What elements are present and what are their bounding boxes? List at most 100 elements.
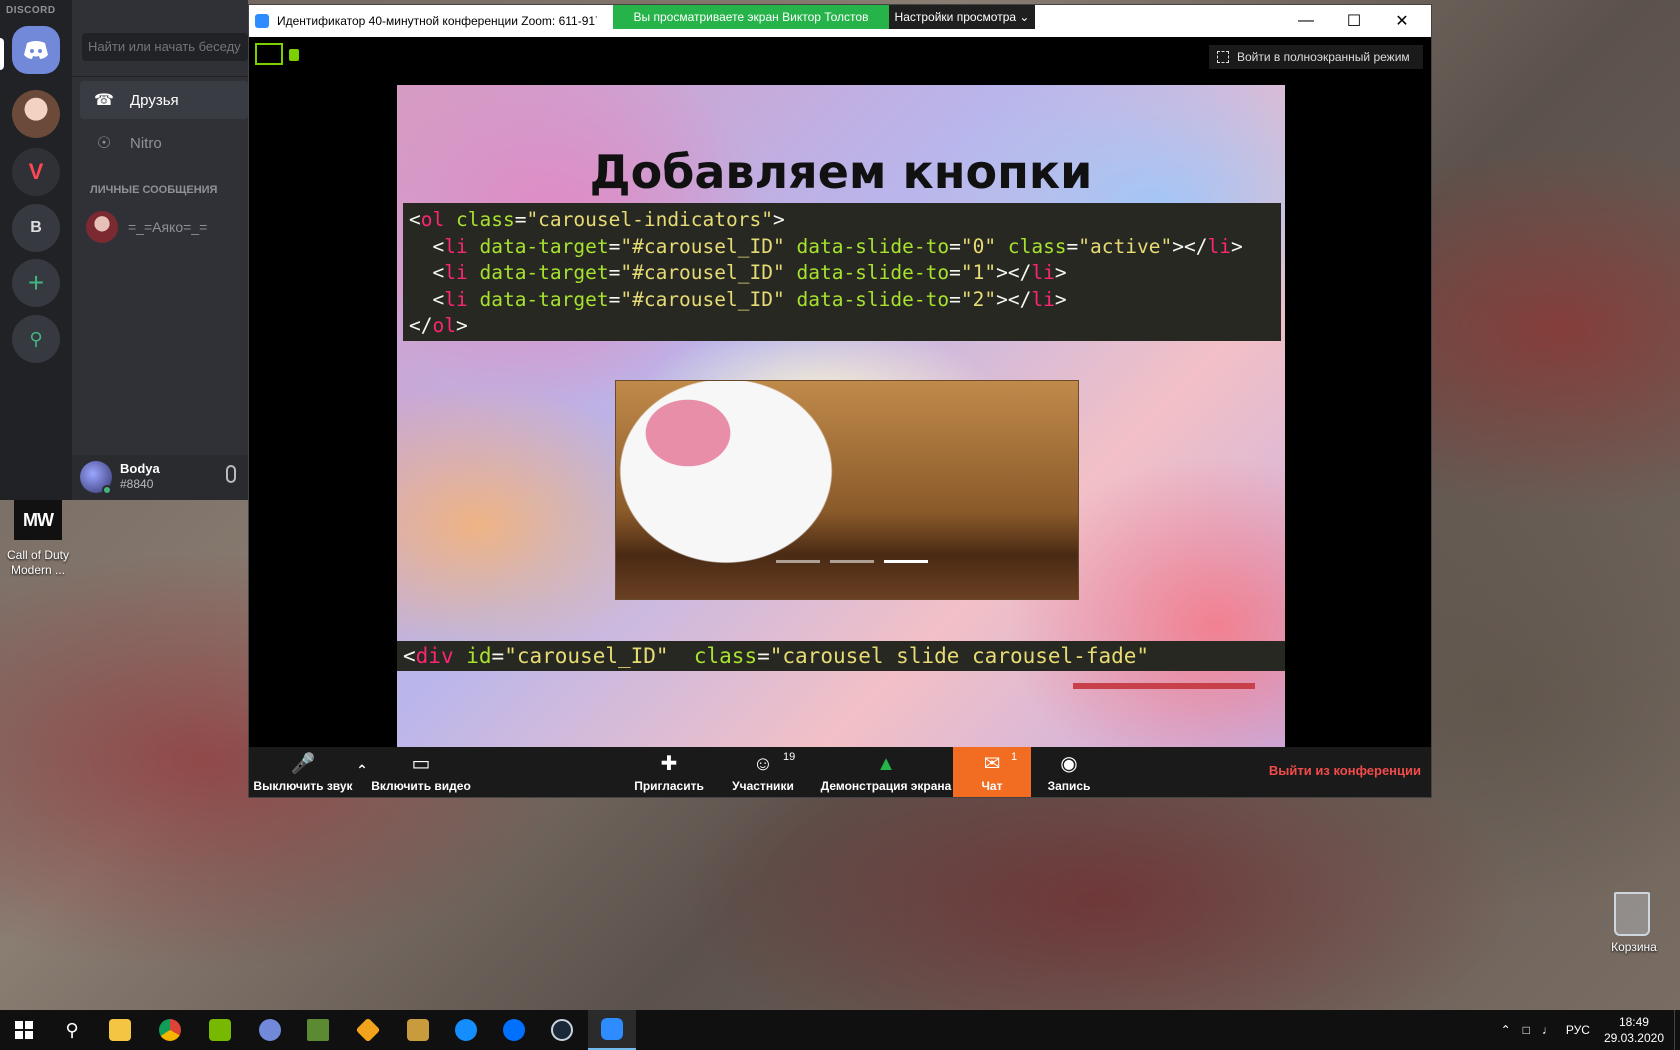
server-b[interactable]: B: [12, 204, 60, 252]
uplay-icon[interactable]: [490, 1010, 538, 1050]
fullscreen-button[interactable]: Войти в полноэкранный режим: [1209, 45, 1423, 69]
steam-icon[interactable]: [538, 1010, 586, 1050]
code-token: ></: [996, 287, 1032, 311]
show-desktop-button[interactable]: [1674, 1010, 1680, 1050]
record-label: Запись: [1047, 779, 1091, 793]
dm-item[interactable]: =_=Аяко=_=: [86, 211, 207, 243]
league-of-legends-icon[interactable]: [394, 1010, 442, 1050]
zoom-logo-icon: [255, 14, 269, 28]
share-screen-icon: ▲: [876, 753, 896, 775]
discord-home-button[interactable]: [12, 26, 60, 74]
code-token: ></: [996, 261, 1032, 284]
discord-search-input[interactable]: Найти или начать беседу: [82, 33, 248, 61]
add-server-icon[interactable]: +: [12, 259, 60, 307]
chevron-up-icon: ⌃: [356, 761, 368, 778]
explore-servers-icon[interactable]: ⚲: [12, 315, 60, 363]
discord-taskbar-icon[interactable]: [246, 1010, 294, 1050]
zoom-window-title: Идентификатор 40-минутной конференции Zo…: [277, 14, 597, 28]
code-token: li: [444, 287, 468, 311]
microphone-icon[interactable]: [226, 465, 236, 483]
code-token: class: [1007, 234, 1067, 258]
leave-meeting-button[interactable]: Выйти из конференции: [1269, 763, 1421, 778]
code-token: >: [1230, 234, 1243, 258]
carousel-indicator-active: [884, 560, 928, 563]
chat-button[interactable]: ✉ Чат: [953, 747, 1031, 797]
share-screen-button[interactable]: ▲ Демонстрация экрана: [821, 747, 952, 797]
zoom-toolbar: 🎤 Выключить звук ⌃ ▭ Включить видео ✚ Пр…: [249, 747, 1431, 797]
user-panel: Bodya #8840: [72, 455, 248, 500]
code-token: "active": [1078, 234, 1173, 258]
minimize-icon[interactable]: —: [1283, 5, 1329, 37]
mute-button[interactable]: 🎤 Выключить звук: [251, 747, 355, 797]
code-token: data-slide-to: [796, 261, 950, 284]
code-token: =: [949, 234, 961, 258]
volume-icon[interactable]: ♩: [1542, 1023, 1554, 1037]
launcher-icon[interactable]: [344, 1010, 392, 1050]
server-avatar[interactable]: [12, 90, 60, 138]
zoom-window: Идентификатор 40-минутной конференции Zo…: [248, 4, 1432, 798]
cod-desktop-icon[interactable]: MW: [14, 500, 62, 540]
code-token: "carousel_ID": [504, 644, 669, 668]
video-button[interactable]: ▭ Включить видео: [371, 747, 471, 797]
record-button[interactable]: ◉ Запись: [1041, 747, 1097, 797]
search-icon[interactable]: ⚲: [48, 1010, 96, 1050]
chevron-up-icon[interactable]: ⌃: [1501, 1023, 1511, 1037]
code-token: id: [466, 644, 492, 668]
valorant-server-icon[interactable]: V: [12, 148, 60, 196]
audio-options-chevron[interactable]: ⌃: [355, 747, 369, 797]
dm-avatar: [86, 211, 118, 243]
code-token: =: [608, 261, 621, 284]
code-token: li: [444, 261, 468, 284]
carousel-image: [615, 380, 1079, 600]
nitro-icon: ☉: [96, 135, 112, 152]
maximize-icon[interactable]: ☐: [1331, 5, 1377, 37]
view-options-button[interactable]: Настройки просмотра ⌄: [889, 5, 1035, 29]
code-token: data-target: [479, 261, 609, 284]
fullscreen-icon: [1217, 51, 1229, 63]
video-label: Включить видео: [371, 779, 471, 793]
language-indicator[interactable]: РУС: [1566, 1023, 1590, 1037]
divider: [72, 76, 248, 77]
code-line: <ol class="carousel-indicators">: [409, 207, 1275, 234]
code-token: =: [949, 261, 961, 284]
participants-icon: ☺: [752, 753, 774, 775]
code-token: li: [1031, 261, 1055, 284]
add-user-icon: ✚: [660, 753, 678, 775]
participants-count: 19: [783, 751, 796, 763]
zoom-taskbar-icon[interactable]: [588, 1010, 636, 1050]
code-token: ol: [420, 208, 445, 231]
invite-button[interactable]: ✚ Пригласить: [634, 747, 704, 797]
cod-desktop-label[interactable]: Call of Duty Modern ...: [0, 548, 76, 578]
shared-slide: Добавляем кнопки <ol class="carousel-ind…: [397, 85, 1285, 750]
recycle-bin-icon[interactable]: [1614, 892, 1650, 936]
close-icon[interactable]: ✕: [1379, 5, 1425, 37]
chrome-icon[interactable]: [146, 1010, 194, 1050]
nvidia-icon[interactable]: [196, 1010, 244, 1050]
file-explorer-icon[interactable]: [96, 1010, 144, 1050]
code-token: data-slide-to: [796, 287, 950, 311]
friends-icon: ☎: [94, 92, 114, 109]
invite-label: Пригласить: [634, 779, 704, 793]
participants-label: Участники: [732, 779, 794, 793]
nitro-label: Nitro: [130, 134, 162, 152]
mute-label: Выключить звук: [253, 779, 353, 793]
dm-username: =_=Аяко=_=: [128, 219, 208, 235]
nitro-nav-item[interactable]: ☉ Nitro: [80, 124, 248, 162]
battlenet-icon[interactable]: [442, 1010, 490, 1050]
code-token: "0": [960, 234, 997, 258]
code-line: <li data-target="#carousel_ID" data-slid…: [409, 260, 1275, 287]
recycle-bin-label[interactable]: Корзина: [1594, 940, 1674, 954]
carousel-indicator: [830, 560, 874, 563]
minecraft-icon[interactable]: [294, 1010, 342, 1050]
friends-nav-item[interactable]: ☎ Друзья: [80, 81, 248, 119]
clock[interactable]: 18:49 29.03.2020: [1604, 1014, 1664, 1046]
network-icon[interactable]: □: [1523, 1023, 1530, 1037]
start-button[interactable]: [0, 1010, 48, 1050]
code-token: <: [403, 644, 416, 668]
code-token: <: [409, 208, 421, 231]
friends-label: Друзья: [130, 91, 179, 109]
